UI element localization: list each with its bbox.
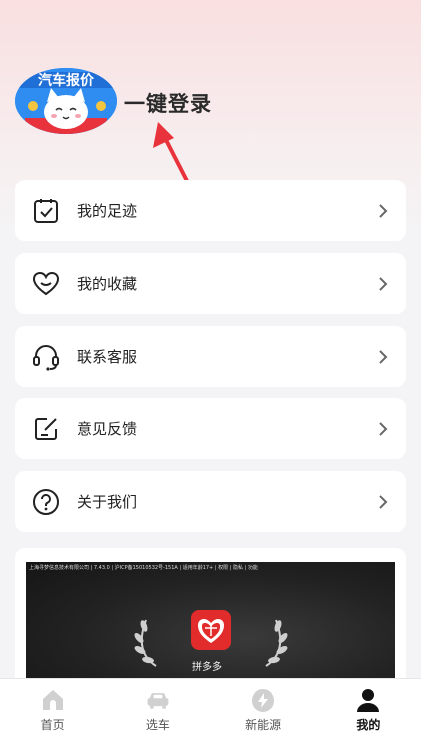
menu-item-footprint[interactable]: 我的足迹 bbox=[15, 180, 406, 241]
ad-app-name: 拼多多 bbox=[192, 662, 222, 673]
laurel-left-icon bbox=[134, 619, 157, 667]
tab-home[interactable]: 首页 bbox=[0, 679, 105, 736]
one-click-login[interactable]: 一键登录 bbox=[124, 88, 212, 118]
ad-card: 上海寻梦信息技术有限公司 | 7.43.0 | 沪ICP备15010532号-1… bbox=[15, 548, 406, 688]
avatar[interactable]: 汽车报价 bbox=[15, 68, 117, 134]
tab-label: 新能源 bbox=[245, 718, 282, 732]
tab-new-energy[interactable]: 新能源 bbox=[211, 679, 316, 736]
chevron-right-icon bbox=[379, 349, 388, 364]
bottom-tab-bar: 首页 选车 新能源 我的 bbox=[0, 678, 421, 736]
menu-item-feedback[interactable]: 意见反馈 bbox=[15, 398, 406, 459]
user-icon bbox=[355, 687, 381, 713]
tab-label: 首页 bbox=[40, 718, 65, 732]
chevron-right-icon bbox=[379, 494, 388, 509]
ad-banner[interactable]: 上海寻梦信息技术有限公司 | 7.43.0 | 沪ICP备15010532号-1… bbox=[26, 562, 395, 688]
home-icon bbox=[40, 687, 66, 713]
menu-item-customer-service[interactable]: 联系客服 bbox=[15, 326, 406, 387]
feedback-icon bbox=[31, 414, 61, 444]
menu-item-label: 我的足迹 bbox=[77, 202, 138, 220]
tab-select-car[interactable]: 选车 bbox=[105, 679, 210, 736]
menu-item-label: 联系客服 bbox=[77, 348, 138, 366]
chevron-right-icon bbox=[379, 421, 388, 436]
menu-item-label: 意见反馈 bbox=[77, 420, 138, 438]
lightning-icon bbox=[250, 687, 276, 713]
menu-item-label: 关于我们 bbox=[77, 493, 138, 511]
avatar-banner-text: 汽车报价 bbox=[38, 72, 95, 89]
tab-label: 选车 bbox=[145, 718, 170, 732]
ad-info-line: 上海寻梦信息技术有限公司 | 7.43.0 | 沪ICP备15010532号-1… bbox=[29, 565, 258, 571]
headset-icon bbox=[31, 342, 61, 372]
footprint-icon bbox=[31, 196, 61, 226]
question-icon bbox=[31, 487, 61, 517]
menu-item-label: 我的收藏 bbox=[77, 275, 138, 293]
tab-mine[interactable]: 我的 bbox=[316, 679, 421, 736]
cat-mascot-icon: 汽车报价 bbox=[15, 68, 117, 134]
car-icon bbox=[145, 687, 171, 713]
laurel-right-icon bbox=[265, 619, 288, 667]
chevron-right-icon bbox=[379, 276, 388, 291]
heart-icon bbox=[31, 269, 61, 299]
chevron-right-icon bbox=[379, 203, 388, 218]
menu-item-about[interactable]: 关于我们 bbox=[15, 471, 406, 532]
pinduoduo-logo-icon bbox=[191, 610, 231, 650]
menu-item-favorites[interactable]: 我的收藏 bbox=[15, 253, 406, 314]
tab-label: 我的 bbox=[356, 718, 381, 732]
